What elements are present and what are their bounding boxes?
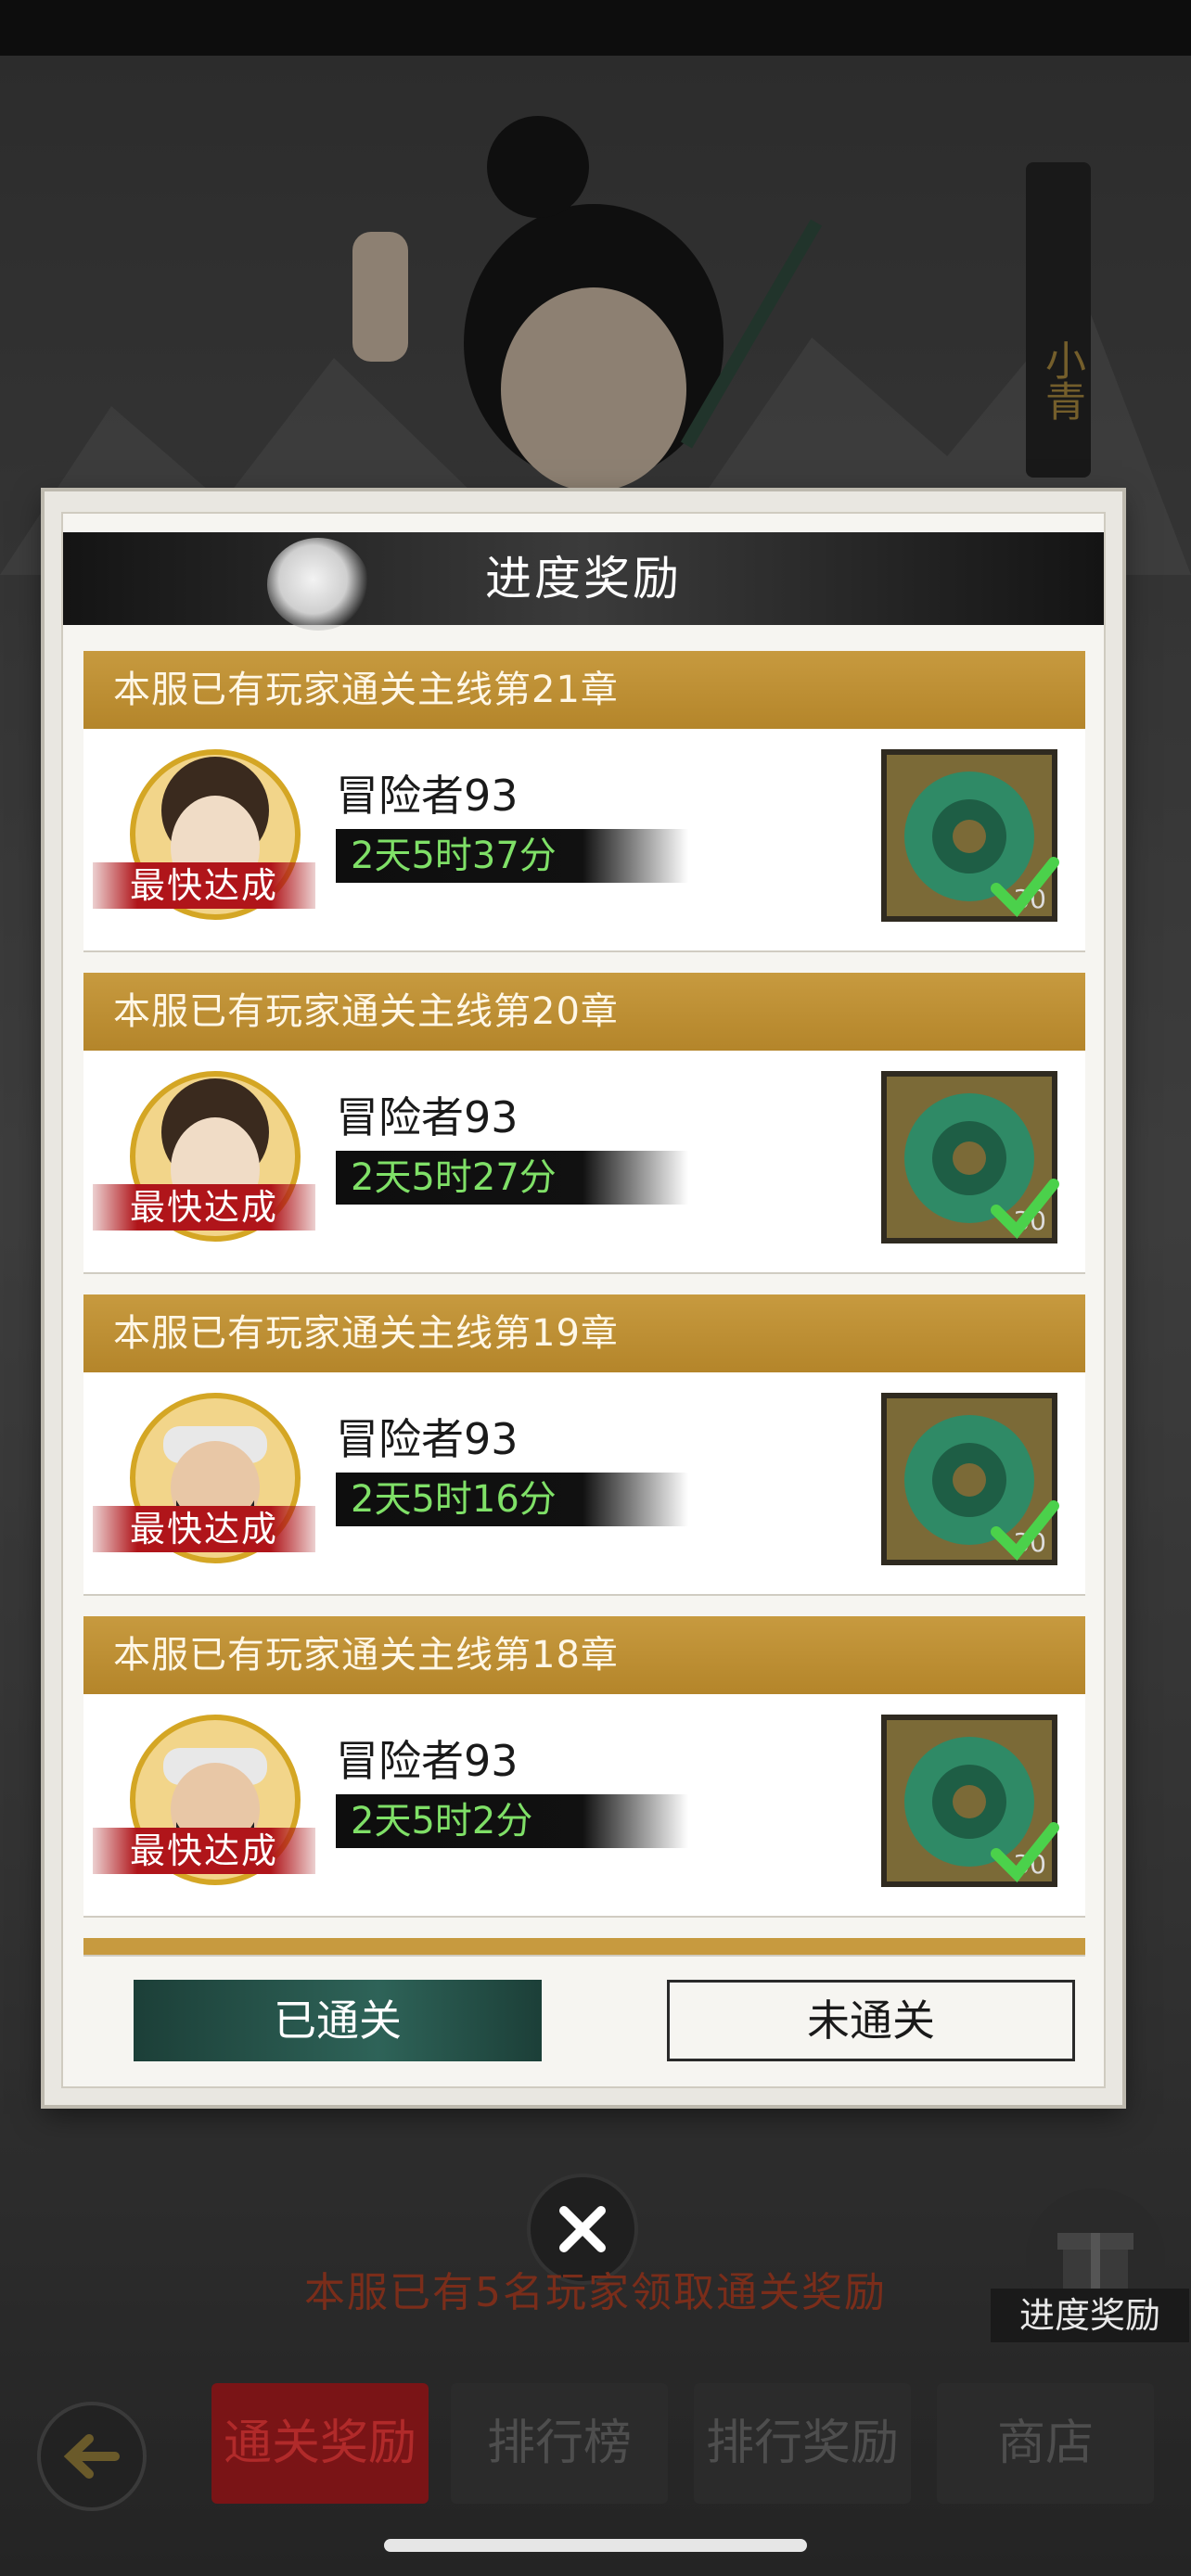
fastest-badge: 最快达成	[93, 862, 315, 909]
nav-tab-ranking-reward[interactable]: 排行奖励	[694, 2383, 911, 2504]
record-header: 本服已有玩家通关主线第21章	[83, 651, 1085, 729]
check-icon	[991, 1500, 1059, 1561]
fastest-badge: 最快达成	[93, 1506, 315, 1552]
player-name: 冒险者93	[336, 1414, 519, 1464]
clear-time: 2天5时2分	[336, 1794, 688, 1848]
record-card: 本服已有玩家通关主线第19章 最快达成 冒险者93 2天5时16分 30	[83, 1294, 1085, 1594]
clear-time: 2天5时16分	[336, 1473, 688, 1526]
tab-cleared[interactable]: 已通关	[134, 1980, 542, 2061]
modal-header: 进度奖励	[63, 532, 1104, 631]
record-card: 本服已有玩家通关主线第20章 最快达成 冒险者93 2天5时27分 30	[83, 973, 1085, 1272]
nav-tab-shop[interactable]: 商店	[937, 2383, 1154, 2504]
check-icon	[991, 1179, 1059, 1239]
clear-time: 2天5时37分	[336, 829, 688, 883]
player-name: 冒险者93	[336, 1736, 519, 1786]
record-header: 本服已有玩家通关主线第20章	[83, 973, 1085, 1051]
record-list[interactable]: 本服已有玩家通关主线第21章 最快达成 冒险者93 2天5时37分 30 本服已…	[83, 651, 1085, 1955]
nav-tab-ranking[interactable]: 排行榜	[451, 2383, 668, 2504]
fastest-badge: 最快达成	[93, 1828, 315, 1874]
fastest-badge: 最快达成	[93, 1184, 315, 1231]
back-arrow-icon	[63, 2434, 120, 2479]
record-card: 本服已有玩家通关主线第18章 最快达成 冒险者93 2天5时2分 30	[83, 1616, 1085, 1916]
reward-item[interactable]: 30	[881, 1393, 1059, 1565]
modal-title: 进度奖励	[485, 552, 682, 606]
clear-time: 2天5时27分	[336, 1151, 688, 1205]
reward-item[interactable]: 30	[881, 1715, 1059, 1887]
progress-reward-label: 进度奖励	[991, 2289, 1189, 2342]
reward-item[interactable]: 30	[881, 749, 1059, 922]
check-icon	[991, 1822, 1059, 1882]
record-header: 本服已有玩家通关主线第18章	[83, 1616, 1085, 1694]
progress-reward-modal: 进度奖励 本服已有玩家通关主线第21章 最快达成 冒险者93 2天5时37分 3…	[45, 491, 1122, 2105]
tab-not-cleared[interactable]: 未通关	[667, 1980, 1075, 2061]
record-card: 本服已有玩家通关主线第21章 最快达成 冒险者93 2天5时37分 30	[83, 651, 1085, 950]
player-name: 冒险者93	[336, 1092, 519, 1142]
reward-item[interactable]: 30	[881, 1071, 1059, 1243]
record-header: 本服已有玩家通关主线第19章	[83, 1294, 1085, 1372]
bottom-nav: 通关奖励 排行榜 排行奖励 商店	[0, 2383, 1191, 2511]
check-icon	[991, 857, 1059, 917]
filter-tabs: 已通关 未通关	[134, 1980, 1075, 2063]
player-name: 冒险者93	[336, 771, 519, 821]
back-button[interactable]	[37, 2402, 147, 2511]
record-card-partial	[83, 1938, 1085, 1955]
home-indicator[interactable]	[384, 2539, 807, 2552]
nav-tab-clear-reward[interactable]: 通关奖励	[211, 2383, 429, 2504]
